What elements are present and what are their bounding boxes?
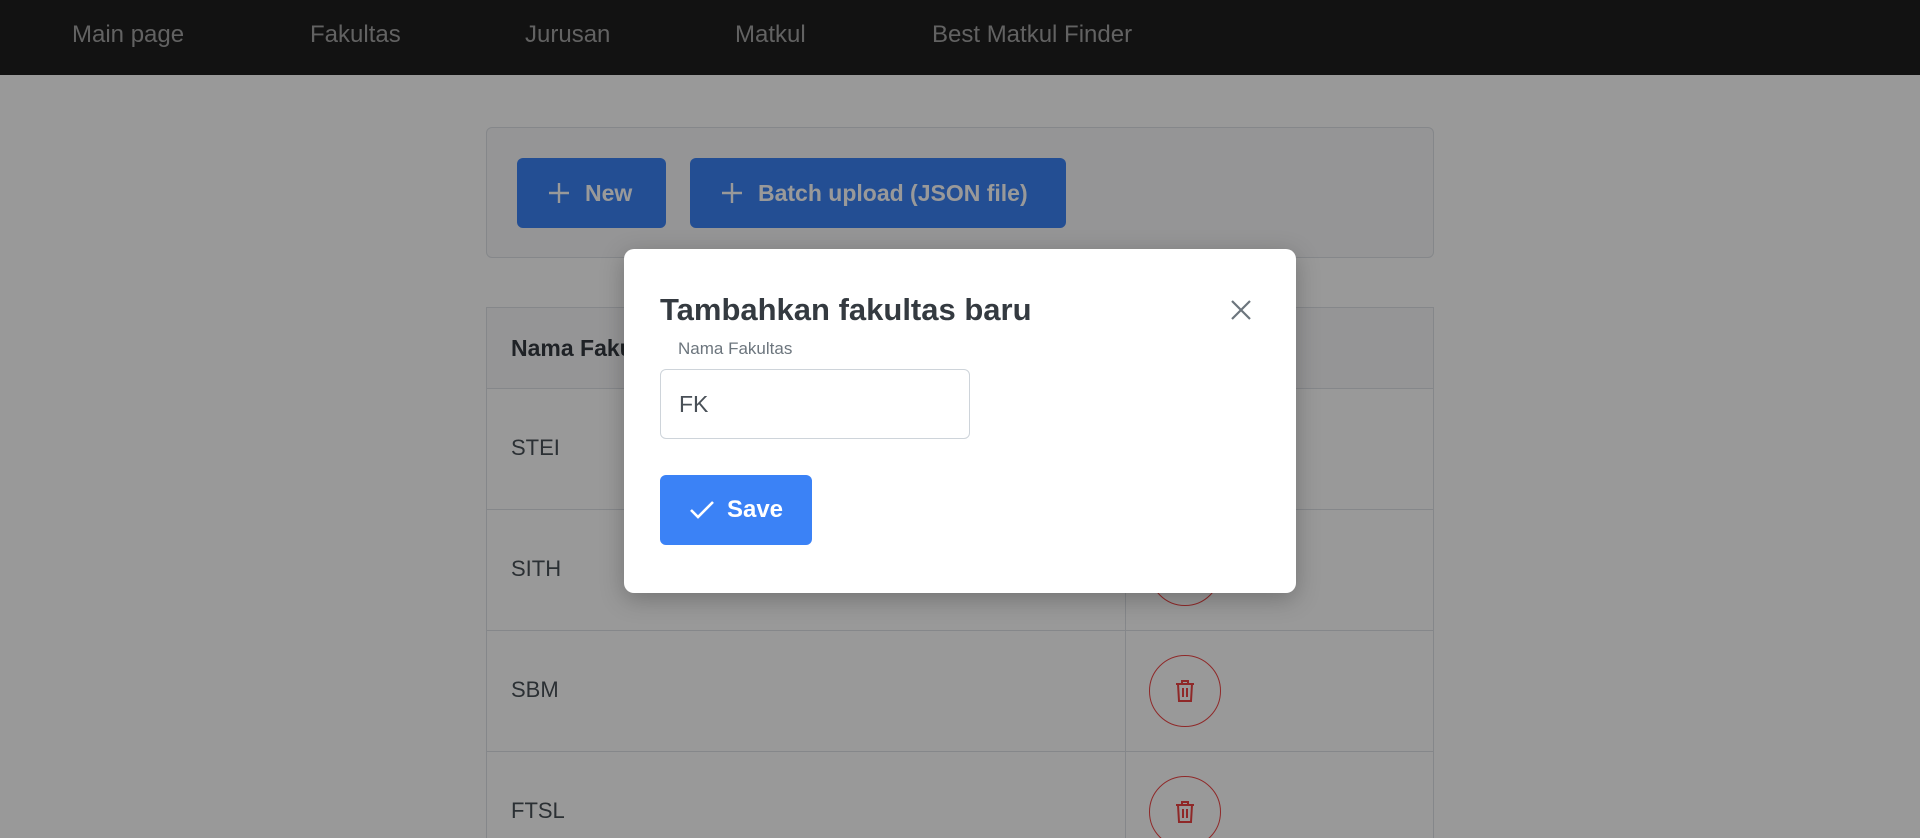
- close-button[interactable]: [1224, 293, 1258, 327]
- add-fakultas-dialog: Tambahkan fakultas baru Nama Fakultas Sa…: [624, 249, 1296, 593]
- nama-fakultas-input[interactable]: [660, 369, 970, 439]
- check-icon: [690, 501, 714, 519]
- save-button-label: Save: [726, 496, 784, 523]
- close-icon: [1231, 300, 1251, 320]
- save-button[interactable]: Save: [660, 475, 812, 545]
- nama-fakultas-label: Nama Fakultas: [678, 339, 793, 358]
- dialog-title: Tambahkan fakultas baru: [660, 292, 1032, 327]
